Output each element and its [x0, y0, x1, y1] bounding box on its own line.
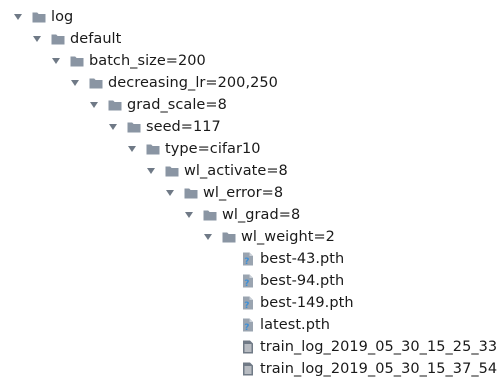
tree-item-label: best-94.pth: [260, 273, 345, 289]
expand-arrow-icon[interactable]: [107, 116, 119, 138]
tree-item-label: wl_error=8: [203, 185, 284, 201]
unknown-file-icon: ?: [241, 252, 255, 266]
tree-item-label: train_log_2019_05_30_15_25_33: [260, 339, 498, 355]
tree-item-label: log: [51, 9, 74, 25]
folder-icon: [51, 33, 65, 46]
tree-file-row[interactable]: train_log_2019_05_30_15_37_54: [0, 358, 501, 380]
expand-arrow-icon[interactable]: [126, 138, 138, 160]
svg-text:?: ?: [244, 257, 249, 266]
tree-file-row[interactable]: ? best-149.pth: [0, 292, 501, 314]
expand-arrow-icon[interactable]: [69, 72, 81, 94]
folder-icon: [70, 55, 84, 68]
tree-item-label: best-43.pth: [260, 251, 345, 267]
tree-item-label: train_log_2019_05_30_15_37_54: [260, 361, 498, 377]
tree-file-row[interactable]: train_log_2019_05_30_15_25_33: [0, 336, 501, 358]
text-file-icon: [241, 362, 255, 376]
expand-arrow-icon[interactable]: [183, 204, 195, 226]
folder-icon: [184, 187, 198, 200]
tree-file-row[interactable]: ? best-94.pth: [0, 270, 501, 292]
tree-folder-row[interactable]: wl_error=8: [0, 182, 501, 204]
expand-arrow-icon[interactable]: [202, 226, 214, 248]
tree-folder-row[interactable]: log: [0, 6, 501, 28]
project-tree: log default batch_size=200 decreasing_lr=20…: [0, 6, 501, 380]
tree-item-label: grad_scale=8: [127, 97, 227, 113]
folder-icon: [127, 121, 141, 134]
folder-icon: [89, 77, 103, 90]
tree-file-row[interactable]: ? latest.pth: [0, 314, 501, 336]
expand-arrow-icon[interactable]: [145, 160, 157, 182]
folder-icon: [165, 165, 179, 178]
svg-text:?: ?: [244, 279, 249, 288]
svg-text:?: ?: [244, 323, 249, 332]
unknown-file-icon: ?: [241, 318, 255, 332]
expand-arrow-icon[interactable]: [88, 94, 100, 116]
tree-folder-row[interactable]: wl_grad=8: [0, 204, 501, 226]
svg-text:?: ?: [244, 301, 249, 310]
tree-item-label: wl_activate=8: [184, 163, 288, 179]
tree-item-label: seed=117: [146, 119, 221, 135]
text-file-icon: [241, 340, 255, 354]
tree-folder-row[interactable]: type=cifar10: [0, 138, 501, 160]
tree-file-row[interactable]: ? best-43.pth: [0, 248, 501, 270]
unknown-file-icon: ?: [241, 274, 255, 288]
tree-folder-row[interactable]: seed=117: [0, 116, 501, 138]
tree-item-label: type=cifar10: [165, 141, 261, 157]
tree-item-label: wl_grad=8: [222, 207, 301, 223]
folder-icon: [203, 209, 217, 222]
tree-folder-row[interactable]: decreasing_lr=200,250: [0, 72, 501, 94]
tree-item-label: wl_weight=2: [241, 229, 335, 245]
folder-icon: [222, 231, 236, 244]
tree-folder-row[interactable]: default: [0, 28, 501, 50]
expand-arrow-icon[interactable]: [164, 182, 176, 204]
tree-item-label: decreasing_lr=200,250: [108, 75, 278, 91]
tree-folder-row[interactable]: batch_size=200: [0, 50, 501, 72]
tree-folder-row[interactable]: wl_weight=2: [0, 226, 501, 248]
expand-arrow-icon[interactable]: [12, 6, 24, 28]
tree-folder-row[interactable]: grad_scale=8: [0, 94, 501, 116]
tree-item-label: best-149.pth: [260, 295, 354, 311]
tree-folder-row[interactable]: wl_activate=8: [0, 160, 501, 182]
expand-arrow-icon[interactable]: [50, 50, 62, 72]
tree-item-label: batch_size=200: [89, 53, 206, 69]
folder-icon: [108, 99, 122, 112]
expand-arrow-icon[interactable]: [31, 28, 43, 50]
tree-item-label: latest.pth: [260, 317, 330, 333]
unknown-file-icon: ?: [241, 296, 255, 310]
folder-icon: [146, 143, 160, 156]
folder-icon: [32, 11, 46, 24]
tree-item-label: default: [70, 31, 122, 47]
